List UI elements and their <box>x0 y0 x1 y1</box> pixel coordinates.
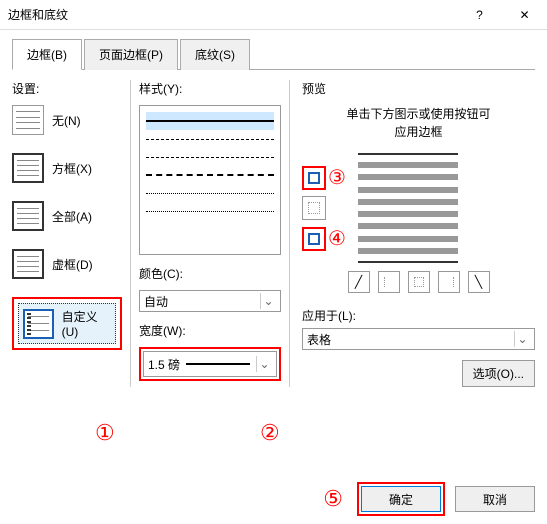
style-option[interactable] <box>146 184 274 202</box>
style-option[interactable] <box>146 130 274 148</box>
annotation-4: ④ <box>328 226 346 251</box>
preview-top-border-button[interactable] <box>302 166 326 190</box>
none-icon <box>12 105 44 135</box>
annotation-box-2: 1.5 磅 ⌄ <box>139 347 281 381</box>
chevron-down-icon: ⌄ <box>260 293 276 309</box>
preview-right-border-button[interactable] <box>438 271 460 293</box>
annotation-1: ① <box>95 420 115 446</box>
apply-dropdown[interactable]: 表格 ⌄ <box>302 328 535 350</box>
style-label: 样式(Y): <box>139 80 281 97</box>
color-label: 颜色(C): <box>139 265 281 282</box>
setting-none[interactable]: 无(N) <box>12 105 122 135</box>
settings-label: 设置: <box>12 80 122 97</box>
titlebar: 边框和底纹 ? ✕ <box>0 0 547 30</box>
setting-custom[interactable]: 自定义(U) <box>18 303 116 344</box>
width-dropdown[interactable]: 1.5 磅 ⌄ <box>143 351 277 377</box>
color-dropdown[interactable]: 自动 ⌄ <box>139 290 281 312</box>
preview-diag-button[interactable]: ╱ <box>348 271 370 293</box>
cancel-button[interactable]: 取消 <box>455 486 535 512</box>
preview-vmiddle-border-button[interactable] <box>408 271 430 293</box>
style-option[interactable] <box>146 112 274 130</box>
style-option[interactable] <box>146 166 274 184</box>
window-title: 边框和底纹 <box>8 6 68 23</box>
options-button[interactable]: 选项(O)... <box>462 360 535 387</box>
annotation-box-1: 自定义(U) <box>12 297 122 350</box>
close-button[interactable]: ✕ <box>502 0 547 30</box>
setting-all[interactable]: 全部(A) <box>12 201 122 231</box>
chevron-down-icon: ⌄ <box>256 356 272 372</box>
style-option[interactable] <box>146 148 274 166</box>
preview-left-border-button[interactable] <box>378 271 400 293</box>
annotation-3: ③ <box>328 165 346 190</box>
box-icon <box>12 153 44 183</box>
style-option[interactable] <box>146 202 274 220</box>
preview-diagram[interactable] <box>358 153 458 263</box>
tab-border[interactable]: 边框(B) <box>12 39 82 70</box>
apply-label: 应用于(L): <box>302 307 535 324</box>
setting-box[interactable]: 方框(X) <box>12 153 122 183</box>
custom-icon <box>23 309 54 339</box>
preview-diag2-button[interactable]: ╲ <box>468 271 490 293</box>
preview-hmiddle-border-button[interactable] <box>302 196 326 220</box>
annotation-2: ② <box>260 420 280 446</box>
tab-shading[interactable]: 底纹(S) <box>180 39 250 70</box>
preview-label: 预览 <box>302 80 535 97</box>
preview-bottom-border-button[interactable] <box>302 227 326 251</box>
chevron-down-icon: ⌄ <box>514 331 530 347</box>
all-icon <box>12 201 44 231</box>
grid-icon <box>12 249 44 279</box>
annotation-5: ⑤ <box>323 486 343 512</box>
tabs: 边框(B) 页面边框(P) 底纹(S) <box>12 38 535 70</box>
preview-hint: 单击下方图示或使用按钮可 应用边框 <box>302 105 535 141</box>
ok-button[interactable]: 确定 <box>361 486 441 512</box>
width-label: 宽度(W): <box>139 322 281 339</box>
annotation-box-5: 确定 <box>357 482 445 516</box>
help-button[interactable]: ? <box>457 0 502 30</box>
setting-grid[interactable]: 虚框(D) <box>12 249 122 279</box>
style-listbox[interactable] <box>139 105 281 255</box>
tab-page-border[interactable]: 页面边框(P) <box>84 39 178 70</box>
